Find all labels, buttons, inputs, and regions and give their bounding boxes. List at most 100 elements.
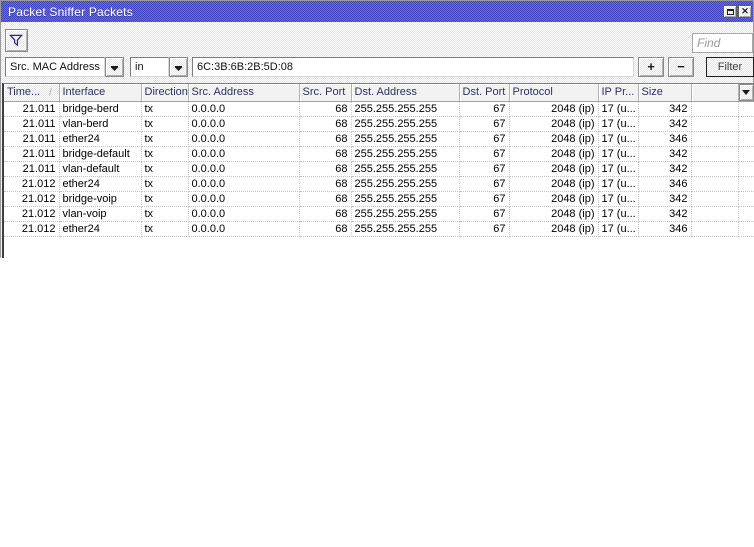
cell-size: 342 <box>638 101 692 117</box>
remove-filter-button[interactable]: − <box>668 57 694 77</box>
cell-dst-address: 255.255.255.255 <box>351 161 460 177</box>
cell-time: 21.012 <box>4 176 60 192</box>
cell-protocol: 2048 (ip) <box>509 206 599 222</box>
cell-src-address: 0.0.0.0 <box>188 176 300 192</box>
cell-dst-port: 67 <box>459 206 510 222</box>
filter-operator-dropdown-button[interactable] <box>169 57 188 77</box>
cell-time: 21.011 <box>4 101 60 117</box>
cell-size: 342 <box>638 206 692 222</box>
cell-dst-port: 67 <box>459 161 510 177</box>
cell-protocol: 2048 (ip) <box>509 116 599 132</box>
cell-direction: tx <box>141 116 189 132</box>
window-titlebar[interactable]: Packet Sniffer Packets ✕ <box>1 1 753 22</box>
filter-toggle-button[interactable] <box>5 29 28 52</box>
table-row[interactable]: 21.011 bridge-default tx 0.0.0.0 68 255.… <box>4 146 754 162</box>
cell-ip-protocol: 17 (u... <box>598 191 639 207</box>
cell-protocol: 2048 (ip) <box>509 146 599 162</box>
cell-end <box>738 161 754 177</box>
cell-end <box>738 116 754 132</box>
cell-size: 342 <box>638 146 692 162</box>
add-filter-button[interactable]: + <box>638 57 664 77</box>
cell-end <box>738 176 754 192</box>
restore-button[interactable] <box>723 5 737 18</box>
cell-interface: vlan-default <box>59 161 142 177</box>
cell-protocol: 2048 (ip) <box>509 161 599 177</box>
table-row[interactable]: 21.012 bridge-voip tx 0.0.0.0 68 255.255… <box>4 191 754 207</box>
column-header-src-address[interactable]: Src. Address <box>188 84 300 102</box>
column-select-button[interactable] <box>738 84 753 100</box>
filter-value-input[interactable] <box>192 57 634 77</box>
cell-dst-port: 67 <box>459 146 510 162</box>
cell-src-port: 68 <box>299 116 352 132</box>
cell-filler <box>691 206 739 222</box>
cell-protocol: 2048 (ip) <box>509 176 599 192</box>
find-input[interactable] <box>692 33 753 53</box>
column-header-src-port[interactable]: Src. Port <box>299 84 352 102</box>
cell-dst-address: 255.255.255.255 <box>351 221 460 237</box>
column-header-dst-port[interactable]: Dst. Port <box>459 84 510 102</box>
cell-size: 342 <box>638 191 692 207</box>
cell-src-port: 68 <box>299 131 352 147</box>
sort-ascending-icon: / <box>49 87 52 98</box>
cell-end <box>738 101 754 117</box>
cell-interface: vlan-voip <box>59 206 142 222</box>
column-header-ip-protocol[interactable]: IP Pr... <box>598 84 639 102</box>
cell-size: 346 <box>638 221 692 237</box>
column-header-protocol[interactable]: Protocol <box>509 84 599 102</box>
cell-dst-address: 255.255.255.255 <box>351 131 460 147</box>
table-row[interactable]: 21.012 vlan-voip tx 0.0.0.0 68 255.255.2… <box>4 206 754 222</box>
cell-src-port: 68 <box>299 146 352 162</box>
table-row[interactable]: 21.011 vlan-berd tx 0.0.0.0 68 255.255.2… <box>4 116 754 132</box>
cell-filler <box>691 176 739 192</box>
table-header-row: Time... / Interface Direction Src. Addres… <box>4 84 754 102</box>
funnel-icon <box>9 34 24 47</box>
table-row[interactable]: 21.012 ether24 tx 0.0.0.0 68 255.255.255… <box>4 176 754 192</box>
table-row[interactable]: 21.011 ether24 tx 0.0.0.0 68 255.255.255… <box>4 131 754 147</box>
cell-direction: tx <box>141 161 189 177</box>
cell-protocol: 2048 (ip) <box>509 221 599 237</box>
column-select-arrow-icon <box>742 89 750 95</box>
close-icon: ✕ <box>741 6 749 16</box>
close-button[interactable]: ✕ <box>738 5 752 18</box>
cell-size: 346 <box>638 131 692 147</box>
table-row[interactable]: 21.012 ether24 tx 0.0.0.0 68 255.255.255… <box>4 221 754 237</box>
column-header-size[interactable]: Size <box>638 84 692 102</box>
cell-ip-protocol: 17 (u... <box>598 146 639 162</box>
cell-src-address: 0.0.0.0 <box>188 116 300 132</box>
restore-icon <box>726 8 734 15</box>
cell-protocol: 2048 (ip) <box>509 131 599 147</box>
cell-src-port: 68 <box>299 206 352 222</box>
cell-interface: bridge-voip <box>59 191 142 207</box>
cell-direction: tx <box>141 101 189 117</box>
filter-field-select[interactable]: Src. MAC Address <box>5 57 105 77</box>
column-header-direction[interactable]: Direction <box>141 84 189 102</box>
cell-time: 21.011 <box>4 116 60 132</box>
cell-src-port: 68 <box>299 191 352 207</box>
cell-filler <box>691 101 739 117</box>
cell-ip-protocol: 17 (u... <box>598 221 639 237</box>
cell-filler <box>691 146 739 162</box>
table-row[interactable]: 21.011 bridge-berd tx 0.0.0.0 68 255.255… <box>4 101 754 117</box>
cell-src-address: 0.0.0.0 <box>188 131 300 147</box>
screen-background: Packet Sniffer Packets ✕ Src. MAC Addres… <box>0 0 754 547</box>
table-row[interactable]: 21.011 vlan-default tx 0.0.0.0 68 255.25… <box>4 161 754 177</box>
column-header-dst-address[interactable]: Dst. Address <box>351 84 460 102</box>
cell-src-address: 0.0.0.0 <box>188 206 300 222</box>
cell-direction: tx <box>141 221 189 237</box>
cell-src-address: 0.0.0.0 <box>188 191 300 207</box>
cell-src-port: 68 <box>299 176 352 192</box>
cell-src-port: 68 <box>299 161 352 177</box>
cell-filler <box>691 131 739 147</box>
filter-operator-select[interactable]: in <box>130 57 169 77</box>
column-header-interface[interactable]: Interface <box>59 84 142 102</box>
cell-direction: tx <box>141 176 189 192</box>
cell-time: 21.012 <box>4 221 60 237</box>
apply-filter-button[interactable]: Filter <box>706 57 754 77</box>
cell-direction: tx <box>141 131 189 147</box>
column-header-time[interactable]: Time... / <box>4 84 60 102</box>
cell-ip-protocol: 17 (u... <box>598 116 639 132</box>
filter-field-dropdown-button[interactable] <box>105 57 124 77</box>
packet-sniffer-window: Packet Sniffer Packets ✕ Src. MAC Addres… <box>0 0 754 258</box>
cell-end <box>738 146 754 162</box>
cell-interface: ether24 <box>59 176 142 192</box>
